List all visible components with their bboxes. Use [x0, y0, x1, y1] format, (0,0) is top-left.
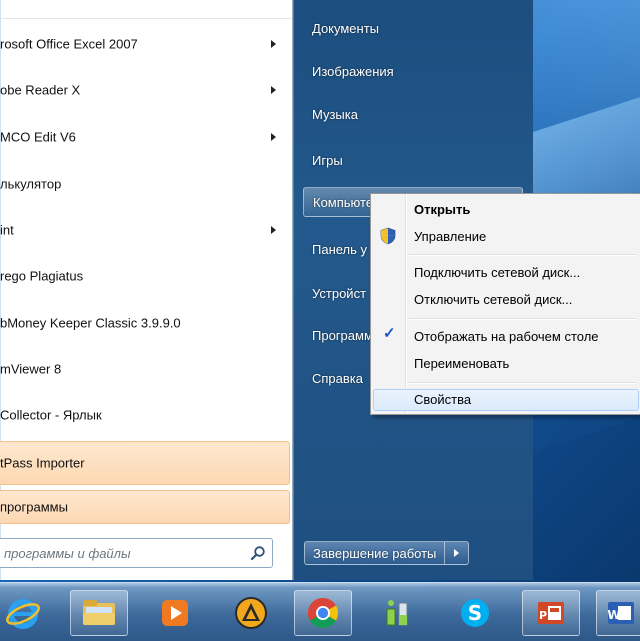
context-item-rename[interactable]: Переименовать — [414, 356, 509, 371]
explorer-folder-icon — [80, 597, 118, 629]
context-item-disconnect-network-drive[interactable]: Отключить сетевой диск... — [414, 292, 572, 307]
places-item-games[interactable]: Игры — [312, 153, 343, 168]
submenu-arrow-icon — [271, 40, 276, 48]
taskbar-button-ie[interactable] — [0, 590, 52, 636]
svg-text:W: W — [607, 608, 620, 622]
program-label: obe Reader X — [0, 83, 80, 98]
shutdown-options-arrow-icon[interactable] — [445, 541, 469, 565]
all-programs-label: программы — [0, 500, 68, 515]
context-menu-separator — [409, 382, 637, 384]
aimp-icon — [233, 595, 269, 631]
context-item-map-network-drive[interactable]: Подключить сетевой диск... — [414, 265, 580, 280]
places-item-help[interactable]: Справка — [312, 371, 363, 386]
powerpoint-icon: P — [534, 596, 568, 630]
shutdown-button[interactable]: Завершение работы — [304, 541, 445, 565]
pane-top-divider — [0, 0, 292, 19]
network-meter-icon — [379, 595, 415, 631]
submenu-arrow-icon — [271, 86, 276, 94]
svg-text:P: P — [539, 609, 547, 622]
program-item-calculator[interactable]: лькулятор — [0, 162, 290, 206]
places-item-devices[interactable]: Устройст — [312, 286, 366, 301]
submenu-arrow-icon — [271, 226, 276, 234]
word-icon: W — [604, 596, 638, 630]
program-label: rego Plagiatus — [0, 269, 83, 284]
places-item-documents[interactable]: Документы — [312, 21, 379, 36]
context-menu-hover-highlight — [373, 389, 639, 411]
program-item-paint[interactable]: int — [0, 208, 290, 252]
taskbar-button-network-meter[interactable] — [368, 590, 426, 636]
computer-context-menu: Открыть Управление Подключить сетевой ди… — [370, 193, 640, 415]
program-label: int — [0, 223, 14, 238]
program-item-webmoney[interactable]: bMoney Keeper Classic 3.9.9.0 — [0, 301, 290, 345]
svg-text:S: S — [468, 601, 482, 625]
context-item-manage[interactable]: Управление — [414, 229, 486, 244]
context-item-open[interactable]: Открыть — [414, 202, 470, 217]
program-item-excel[interactable]: rosoft Office Excel 2007 — [0, 22, 290, 66]
taskbar-button-chrome[interactable] — [294, 590, 352, 636]
program-item-mco-edit[interactable]: MCO Edit V6 — [0, 115, 290, 159]
internet-explorer-icon — [4, 594, 42, 632]
program-label: mViewer 8 — [0, 362, 61, 377]
program-label: tPass Importer — [0, 456, 85, 471]
start-search-box[interactable] — [0, 538, 273, 568]
program-item-keepass-importer[interactable]: tPass Importer — [0, 441, 290, 485]
taskbar-button-aimp[interactable] — [222, 590, 280, 636]
places-item-control-panel[interactable]: Панель у — [312, 242, 367, 257]
taskbar-button-media-player[interactable] — [146, 590, 204, 636]
taskbar-button-word[interactable]: W — [596, 590, 640, 636]
program-item-collector[interactable]: Collector - Ярлык — [0, 393, 290, 437]
taskbar-button-powerpoint[interactable]: P — [522, 590, 580, 636]
places-item-default-programs[interactable]: Программ — [312, 328, 373, 343]
program-label: rosoft Office Excel 2007 — [0, 37, 138, 52]
media-player-icon — [158, 596, 192, 630]
submenu-arrow-icon — [271, 133, 276, 141]
checkmark-icon: ✓ — [383, 324, 396, 342]
places-item-music[interactable]: Музыка — [312, 107, 358, 122]
chrome-icon — [305, 595, 341, 631]
program-label: bMoney Keeper Classic 3.9.9.0 — [0, 316, 181, 331]
taskbar-button-skype[interactable]: S — [446, 590, 504, 636]
context-item-show-on-desktop[interactable]: Отображать на рабочем столе — [414, 329, 599, 344]
start-menu-programs-pane: rosoft Office Excel 2007 obe Reader X MC… — [0, 0, 293, 580]
program-item-teamviewer[interactable]: mViewer 8 — [0, 347, 290, 391]
shutdown-control: Завершение работы — [304, 541, 469, 565]
program-label: лькулятор — [0, 177, 61, 192]
search-icon[interactable] — [250, 545, 266, 561]
context-menu-separator — [409, 318, 637, 320]
context-item-properties[interactable]: Свойства — [414, 392, 471, 407]
taskbar: S P W — [0, 582, 640, 641]
skype-icon: S — [457, 595, 493, 631]
uac-shield-icon — [379, 227, 397, 245]
places-item-pictures[interactable]: Изображения — [312, 64, 394, 79]
program-item-adobe-reader[interactable]: obe Reader X — [0, 68, 290, 112]
search-input[interactable] — [2, 542, 246, 564]
program-label: MCO Edit V6 — [0, 130, 76, 145]
context-menu-separator — [409, 254, 637, 256]
taskbar-button-explorer[interactable] — [70, 590, 128, 636]
program-item-plagiatus[interactable]: rego Plagiatus — [0, 254, 290, 298]
all-programs-button[interactable]: программы — [0, 490, 290, 524]
program-label: Collector - Ярлык — [0, 408, 102, 423]
